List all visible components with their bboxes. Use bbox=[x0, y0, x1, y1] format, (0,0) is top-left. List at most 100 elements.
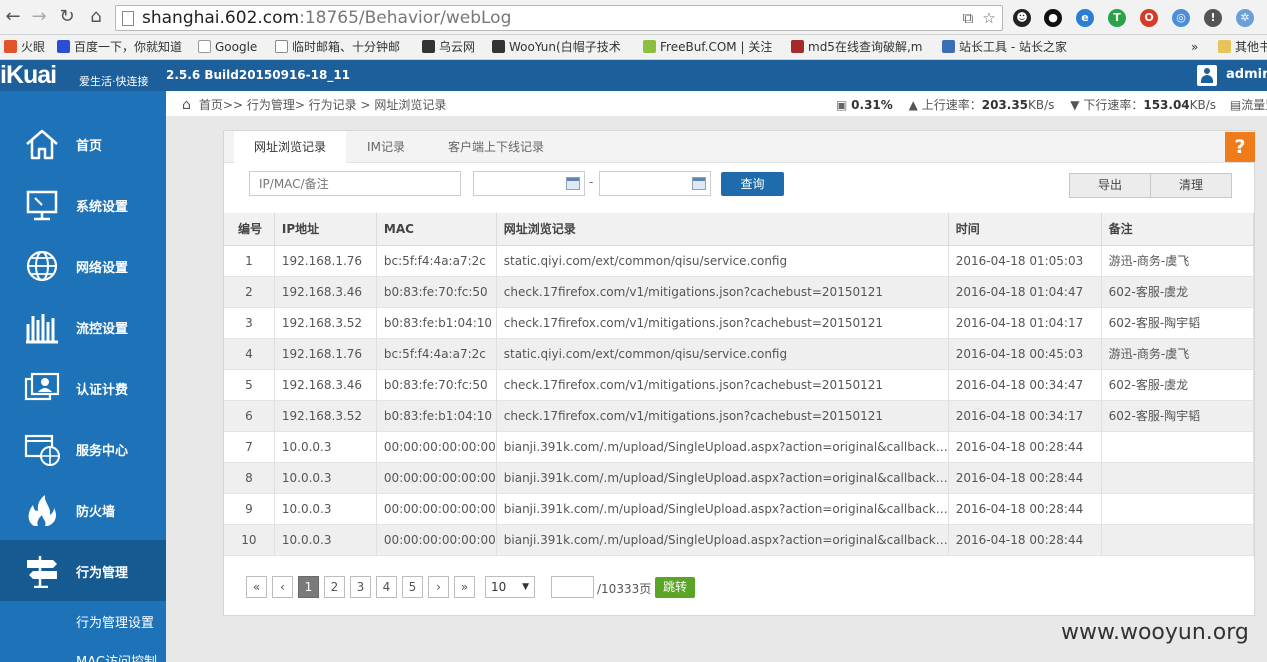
dropdown-arrow-icon: ▼ bbox=[522, 582, 529, 592]
down-value: 153.04 bbox=[1143, 98, 1190, 112]
extension-circle-icon[interactable]: ● bbox=[1044, 9, 1062, 27]
table-row[interactable]: 10 10.0.0.3 00:00:00:00:00:00 bianji.391k.c… bbox=[224, 524, 1255, 556]
tab-im-log[interactable]: IM记录 bbox=[346, 131, 426, 163]
next-page-button[interactable]: › bbox=[428, 576, 449, 598]
bookmark-item[interactable]: Google bbox=[198, 39, 257, 56]
bookmark-item[interactable]: FreeBuf.COM | 关注 bbox=[643, 39, 772, 56]
forward-icon[interactable]: → bbox=[28, 6, 50, 28]
table-row[interactable]: 5 192.168.3.46 b0:83:fe:70:fc:50 check.17fi… bbox=[224, 369, 1255, 401]
sidebar-item-flow[interactable]: 流控设置 bbox=[0, 296, 166, 357]
bookmark-item[interactable]: WooYun(白帽子技术 bbox=[492, 39, 621, 56]
extension-info-icon[interactable]: ! bbox=[1204, 9, 1222, 27]
table-row[interactable]: 2 192.168.3.46 b0:83:fe:70:fc:50 check.17fi… bbox=[224, 276, 1255, 308]
flow-icon: ▤ bbox=[1229, 98, 1242, 112]
query-button[interactable]: 查询 bbox=[721, 172, 784, 196]
tab-web-log[interactable]: 网址浏览记录 bbox=[234, 131, 346, 164]
export-button[interactable]: 导出 bbox=[1069, 173, 1151, 198]
page-size-select[interactable]: 10 ▼ bbox=[485, 576, 535, 598]
search-input[interactable] bbox=[249, 171, 461, 196]
page-button[interactable]: 5 bbox=[402, 576, 423, 598]
sidebar-item-label: 行为管理 bbox=[76, 566, 129, 581]
cpu-icon: ▣ bbox=[836, 98, 848, 112]
stats: ▣ 0.31% ▲ 上行速率：203.35KB/s ▼ 下行速率：153.04K… bbox=[836, 96, 1267, 113]
reload-icon[interactable]: ↻ bbox=[56, 6, 78, 28]
table-row[interactable]: 3 192.168.3.52 b0:83:fe:b1:04:10 check.17fi… bbox=[224, 307, 1255, 339]
cell-note: 602-客服-陶宇韬 bbox=[1101, 307, 1255, 339]
flow-monitor-link[interactable]: 流量监 bbox=[1241, 98, 1267, 112]
sidebar-subitem-behavior-settings[interactable]: 行为管理设置 bbox=[76, 612, 154, 631]
sidebar-item-system[interactable]: 系统设置 bbox=[0, 174, 166, 235]
back-icon[interactable]: ← bbox=[2, 6, 24, 28]
cell-time: 2016-04-18 00:34:17 bbox=[948, 400, 1102, 432]
start-date-field[interactable] bbox=[473, 171, 585, 196]
cell-url: check.17firefox.com/v1/mitigations.json?… bbox=[496, 307, 949, 339]
address-bar[interactable]: shanghai.602.com:18765/Behavior/webLog ⧉… bbox=[115, 5, 1003, 31]
bookmark-star-icon[interactable]: ☆ bbox=[980, 9, 998, 27]
extension-globe-icon[interactable]: ◎ bbox=[1172, 9, 1190, 27]
cell-url: bianji.391k.com/.m/upload/SingleUpload.a… bbox=[496, 431, 949, 463]
table-row[interactable]: 9 10.0.0.3 00:00:00:00:00:00 bianji.391k.co… bbox=[224, 493, 1255, 525]
page-number-input[interactable] bbox=[551, 576, 594, 598]
bookmark-item[interactable]: 临时邮箱、十分钟邮 bbox=[275, 39, 400, 56]
calendar-icon[interactable] bbox=[692, 177, 706, 190]
bookmark-item[interactable]: 乌云网 bbox=[422, 39, 475, 56]
sidebar-item-behavior[interactable]: 行为管理 bbox=[0, 540, 166, 601]
bookmark-item[interactable]: 站长工具 - 站长之家 bbox=[942, 39, 1067, 56]
home-small-icon[interactable]: ⌂ bbox=[182, 97, 191, 113]
cell-mac: 00:00:00:00:00:00 bbox=[376, 431, 497, 463]
tab-client-online-log[interactable]: 客户端上下线记录 bbox=[426, 131, 566, 163]
extension-shield-icon[interactable]: T bbox=[1108, 9, 1126, 27]
sidebar-subitem-mac-access[interactable]: MAC访问控制 bbox=[76, 651, 157, 662]
page-button[interactable]: 2 bbox=[324, 576, 345, 598]
user-icon[interactable] bbox=[1197, 65, 1217, 86]
up-label: 上行速率： bbox=[921, 98, 982, 112]
admin-user[interactable]: admin bbox=[1226, 67, 1267, 82]
table-row[interactable]: 8 10.0.0.3 00:00:00:00:00:00 bianji.391k.co… bbox=[224, 462, 1255, 494]
home-button-icon[interactable]: ⌂ bbox=[85, 6, 107, 28]
bookmarks-overflow[interactable]: » bbox=[1191, 39, 1198, 56]
extension-e-icon[interactable]: e bbox=[1076, 9, 1094, 27]
cell-index: 4 bbox=[224, 338, 275, 370]
globe-icon bbox=[26, 250, 58, 282]
calendar-icon[interactable] bbox=[566, 177, 580, 190]
end-date-field[interactable] bbox=[599, 171, 711, 196]
extension-mask-icon[interactable]: ☻ bbox=[1013, 9, 1031, 27]
cell-note: 602-客服-虞龙 bbox=[1101, 369, 1255, 401]
extension-opera-icon[interactable]: O bbox=[1140, 9, 1158, 27]
jump-button[interactable]: 跳转 bbox=[655, 577, 695, 598]
page-button[interactable]: 3 bbox=[350, 576, 371, 598]
sidebar-item-service[interactable]: 服务中心 bbox=[0, 418, 166, 479]
help-button[interactable]: ? bbox=[1225, 132, 1255, 162]
sidebar-item-network[interactable]: 网络设置 bbox=[0, 235, 166, 296]
table-row[interactable]: 7 10.0.0.3 00:00:00:00:00:00 bianji.391k.co… bbox=[224, 431, 1255, 463]
translate-icon[interactable]: ⧉ bbox=[959, 9, 977, 27]
page-button[interactable]: 4 bbox=[376, 576, 397, 598]
bookmark-item[interactable]: 百度一下，你就知道 bbox=[57, 39, 182, 56]
bookmark-item[interactable]: md5在线查询破解,m bbox=[791, 39, 922, 56]
slogan: 爱生活·快连接 bbox=[79, 75, 149, 88]
sidebar: 首页 系统设置 网络设置 流控设置 认证计费 服务中心 防火墙 行为管理 行为管… bbox=[0, 91, 166, 662]
cell-url: static.qiyi.com/ext/common/qisu/service.… bbox=[496, 338, 949, 370]
cell-url: bianji.391k.com/.m/upload/SingleUpload.a… bbox=[496, 462, 949, 494]
table-body: 1 192.168.1.76 bc:5f:f4:4a:a7:2c static.qiy… bbox=[224, 245, 1255, 556]
bars-icon bbox=[26, 314, 58, 344]
table-row[interactable]: 6 192.168.3.52 b0:83:fe:b1:04:10 check.17fi… bbox=[224, 400, 1255, 432]
bookmark-item[interactable]: 火眼 bbox=[4, 39, 45, 56]
watermark: www.wooyun.org bbox=[1061, 620, 1249, 645]
prev-page-button[interactable]: ‹ bbox=[272, 576, 293, 598]
cell-ip: 10.0.0.3 bbox=[274, 524, 377, 556]
cell-index: 7 bbox=[224, 431, 275, 463]
sidebar-item-home[interactable]: 首页 bbox=[0, 113, 166, 174]
table-row[interactable]: 1 192.168.1.76 bc:5f:f4:4a:a7:2c static.qiy… bbox=[224, 245, 1255, 277]
table-row[interactable]: 4 192.168.1.76 bc:5f:f4:4a:a7:2c static.qiy… bbox=[224, 338, 1255, 370]
page-button[interactable]: 1 bbox=[298, 576, 319, 598]
clear-button[interactable]: 清理 bbox=[1150, 173, 1232, 198]
sidebar-item-auth[interactable]: 认证计费 bbox=[0, 357, 166, 418]
first-page-button[interactable]: « bbox=[246, 576, 267, 598]
bookmark-folder[interactable]: 其他书 bbox=[1218, 39, 1267, 56]
extension-gear-icon[interactable]: ✲ bbox=[1236, 9, 1254, 27]
cell-url: bianji.391k.com/.m/upload/SingleUpload.a… bbox=[496, 493, 949, 525]
sidebar-item-firewall[interactable]: 防火墙 bbox=[0, 479, 166, 540]
last-page-button[interactable]: » bbox=[454, 576, 475, 598]
cell-mac: bc:5f:f4:4a:a7:2c bbox=[376, 338, 497, 370]
